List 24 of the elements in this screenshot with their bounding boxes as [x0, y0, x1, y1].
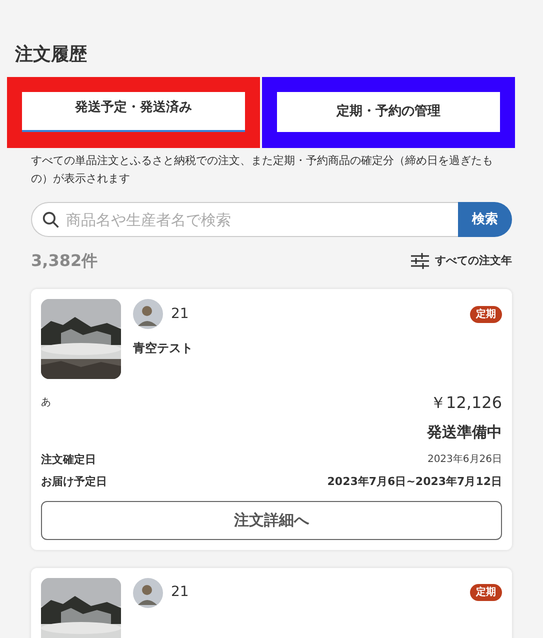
product-name: 青空テスト: [133, 340, 194, 357]
subscription-badge: 定期: [470, 306, 502, 322]
order-note: あ: [41, 396, 51, 410]
producer-name: 21: [171, 304, 189, 324]
detail-value: 2023年6月26日: [427, 453, 502, 468]
result-count: 3,382件: [31, 250, 98, 272]
sliders-icon: [411, 253, 429, 269]
order-price: ￥12,126: [430, 392, 502, 414]
search-icon: [42, 210, 60, 228]
tab[interactable]: 発送予定・発送済み: [22, 92, 245, 132]
detail-label: 注文確定日: [41, 452, 96, 468]
detail-label: お届け予定日: [41, 474, 107, 490]
subscription-badge: 定期: [470, 584, 502, 601]
search-button[interactable]: 検索: [458, 202, 512, 237]
year-filter-button[interactable]: すべての注文年: [411, 252, 512, 270]
page-title: 注文履歴: [15, 43, 87, 67]
tab[interactable]: 定期・予約の管理: [277, 92, 500, 132]
producer-name: 21: [171, 583, 189, 602]
order-status: 発送準備中: [427, 422, 502, 443]
order-details-button[interactable]: 注文詳細へ: [41, 500, 502, 540]
avatar-icon: [133, 299, 163, 329]
avatar-icon: [133, 578, 163, 608]
detail-value: 2023年7月6日~2023年7月12日: [327, 474, 502, 490]
description-text: すべての単品注文とふるさと納税での注文、また定期・予約商品の確定分（締め日を過ぎたもの）が表示されます: [31, 153, 494, 187]
